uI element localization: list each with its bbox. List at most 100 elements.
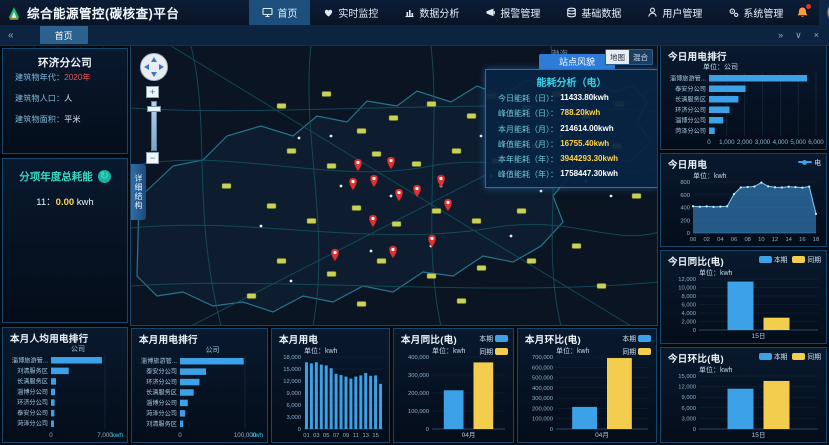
pan-left-icon[interactable] <box>144 64 149 70</box>
map-zoom-slider[interactable] <box>151 101 157 151</box>
popup-stat-row: 本月能耗（月）： 214614.00kwh <box>498 124 657 135</box>
sidebar-collapse-icon[interactable]: « <box>0 30 22 41</box>
nav-item-analysis[interactable]: 数据分析 <box>391 0 472 25</box>
popup-title: 能耗分析（电） <box>486 74 657 89</box>
nav-item-alarm[interactable]: 报警管理 <box>472 0 553 25</box>
month-yoy-chart: 单位：kwh0100,000200,000300,000400,00004月 <box>396 344 511 440</box>
svg-text:0: 0 <box>693 427 696 433</box>
svg-text:10: 10 <box>758 237 764 243</box>
svg-text:淄博分公司: 淄博分公司 <box>675 116 706 124</box>
logo: 综合能源管控(碳核查)平台 <box>0 3 189 22</box>
svg-text:15日: 15日 <box>752 431 766 439</box>
svg-text:刘清服务区: 刘清服务区 <box>146 420 177 428</box>
map-panel[interactable]: + − 详细结构 渤海 站点风貌 地图 混合 能耗分析（电） 今日能耗（日）： … <box>130 45 658 326</box>
month-percap-rank-panel: 本月人均用电排行 公司07,000淄博旅游管...刘清服务区长清服务区淄博分公司… <box>2 327 128 443</box>
app-title: 综合能源管控(碳核查)平台 <box>27 3 179 22</box>
svg-text:04月: 04月 <box>595 431 609 439</box>
close-icon[interactable]: × <box>814 30 819 41</box>
toggle-map-option[interactable]: 地图 <box>606 50 629 64</box>
energy-analysis-popup: 能耗分析（电） 今日能耗（日）： 11433.80kwh峰值能耗（日）： 788… <box>485 69 658 188</box>
notifications-bell-icon[interactable] <box>796 6 809 19</box>
svg-text:单位：公司: 单位：公司 <box>703 62 738 71</box>
svg-text:400,000: 400,000 <box>532 386 553 392</box>
svg-text:11: 11 <box>353 433 359 439</box>
company-attribute-row: 建筑物年代：2020年 <box>15 71 127 83</box>
svg-text:05: 05 <box>323 433 329 439</box>
svg-text:淄博分公司: 淄博分公司 <box>146 399 177 407</box>
svg-text:800: 800 <box>680 180 690 186</box>
svg-text:200,000: 200,000 <box>408 391 429 397</box>
svg-text:单位：kwh: 单位：kwh <box>304 346 338 355</box>
map-zoom-out-button[interactable]: − <box>146 152 159 164</box>
svg-text:环济分公司: 环济分公司 <box>675 106 706 114</box>
map-zoom-in-button[interactable]: + <box>146 86 159 98</box>
svg-text:04: 04 <box>717 237 724 243</box>
toggle-hybrid-option[interactable]: 混合 <box>629 50 652 64</box>
monitor-icon <box>323 7 334 18</box>
svg-text:02: 02 <box>703 237 709 243</box>
svg-text:18,000: 18,000 <box>283 355 301 361</box>
svg-text:公司: 公司 <box>71 345 85 353</box>
nav-item-user[interactable]: 用户管理 <box>634 0 715 25</box>
today-elec-chart: 单位：kwh020040060080000020406081012141618 <box>663 169 824 244</box>
site-view-button[interactable]: 站点风貌 <box>539 54 615 70</box>
legend-item: 本期 <box>622 333 651 343</box>
road-shield <box>307 219 316 224</box>
notification-badge <box>806 4 811 9</box>
road-shield <box>327 272 336 277</box>
svg-text:500,000: 500,000 <box>532 376 553 382</box>
map-pan-control[interactable] <box>140 53 168 81</box>
user-menu[interactable]: 管理员 ▾ <box>819 0 829 25</box>
popup-stat-row: 峰值能耗（年）： 1758447.30kwh <box>498 169 657 180</box>
zoom-slider-handle[interactable] <box>147 106 161 112</box>
pan-up-icon[interactable] <box>151 57 157 62</box>
svg-text:淄博分公司: 淄博分公司 <box>17 388 48 396</box>
month-rank-chart: 公司0100,000淄博旅游管...泰安分公司环济分公司长清服务区淄博分公司菏泽… <box>134 344 265 440</box>
city-dot <box>610 195 613 198</box>
legend-item: 同期 <box>622 346 651 356</box>
road-shield <box>277 259 286 264</box>
nav-item-home[interactable]: 首页 <box>249 0 310 25</box>
refresh-icon[interactable]: ↻ <box>98 170 111 183</box>
pan-down-icon[interactable] <box>151 72 157 77</box>
tab-home[interactable]: 首页 <box>40 26 88 44</box>
popup-stat-row: 峰值能耗（日）： 788.20kwh <box>498 108 657 119</box>
svg-text:9,000: 9,000 <box>681 395 696 401</box>
nav-item-system[interactable]: 系统管理 <box>715 0 796 25</box>
chevron-down-icon[interactable]: ∨ <box>795 30 802 41</box>
road-shield <box>517 209 526 214</box>
svg-text:长清服务区: 长清服务区 <box>17 377 48 385</box>
road-shield <box>457 299 466 304</box>
legend-item: 电 <box>798 157 821 167</box>
yearly-energy-value: 11：0.00 kwh <box>3 194 127 208</box>
svg-text:公司: 公司 <box>206 346 220 354</box>
company-info-panel: 环济分公司 建筑物年代：2020年建筑物人口：人建筑物面积：平米 <box>2 48 128 154</box>
yearly-energy-panel: 分项年度总耗能 ↻ 11：0.00 kwh <box>2 158 128 323</box>
tab-bar: « 首页 » ∨ × <box>0 25 829 46</box>
svg-text:泰安分公司: 泰安分公司 <box>675 85 706 93</box>
city-dot <box>510 235 513 238</box>
legend: 电 <box>798 157 821 167</box>
svg-text:08: 08 <box>744 237 750 243</box>
svg-text:淄博旅游管...: 淄博旅游管... <box>670 74 706 82</box>
city-dot <box>330 135 333 138</box>
month-rank-panel: 本月用电排行 公司0100,000淄博旅游管...泰安分公司环济分公司长清服务区… <box>131 328 268 443</box>
legend-item: 本期 <box>759 254 788 264</box>
svg-text:01: 01 <box>303 433 309 439</box>
nav-item-monitor[interactable]: 实时监控 <box>310 0 391 25</box>
road-shield <box>572 244 581 249</box>
city-dot <box>298 137 301 140</box>
yearly-panel-title: 分项年度总耗能 ↻ <box>3 169 127 184</box>
road-shield <box>389 116 398 121</box>
svg-text:200,000: 200,000 <box>532 406 553 412</box>
expand-icon[interactable]: » <box>778 30 783 41</box>
svg-text:4,000: 4,000 <box>773 139 789 146</box>
nav-item-basedata[interactable]: 基础数据 <box>553 0 634 25</box>
map-detail-structure-button[interactable]: 详细结构 <box>131 164 146 220</box>
road-shield <box>327 164 336 169</box>
road-shield <box>597 284 606 289</box>
map-layer-toggle: 地图 混合 <box>605 49 653 65</box>
road-shield <box>392 222 401 227</box>
svg-text:环济分公司: 环济分公司 <box>17 399 48 407</box>
pan-right-icon[interactable] <box>159 64 164 70</box>
